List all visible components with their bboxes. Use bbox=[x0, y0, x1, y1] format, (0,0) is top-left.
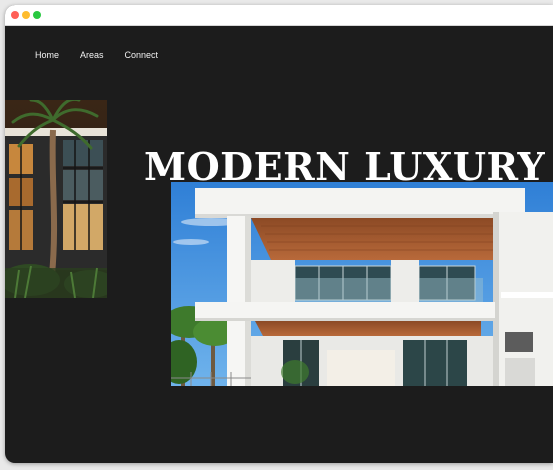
browser-window: Home Areas Connect MODERN LUXURY bbox=[5, 5, 553, 463]
main-house-photo bbox=[171, 182, 553, 386]
nav-home-link[interactable]: Home bbox=[35, 50, 59, 60]
nav-connect-link[interactable]: Connect bbox=[125, 50, 159, 60]
minimize-window-dot[interactable] bbox=[22, 11, 30, 19]
maximize-window-dot[interactable] bbox=[33, 11, 41, 19]
main-nav: Home Areas Connect bbox=[35, 50, 179, 60]
nav-areas-link[interactable]: Areas bbox=[80, 50, 104, 60]
side-house-photo bbox=[5, 100, 107, 298]
window-titlebar bbox=[5, 5, 553, 26]
hero-title: MODERN LUXURY HO bbox=[144, 144, 553, 190]
close-window-dot[interactable] bbox=[11, 11, 19, 19]
